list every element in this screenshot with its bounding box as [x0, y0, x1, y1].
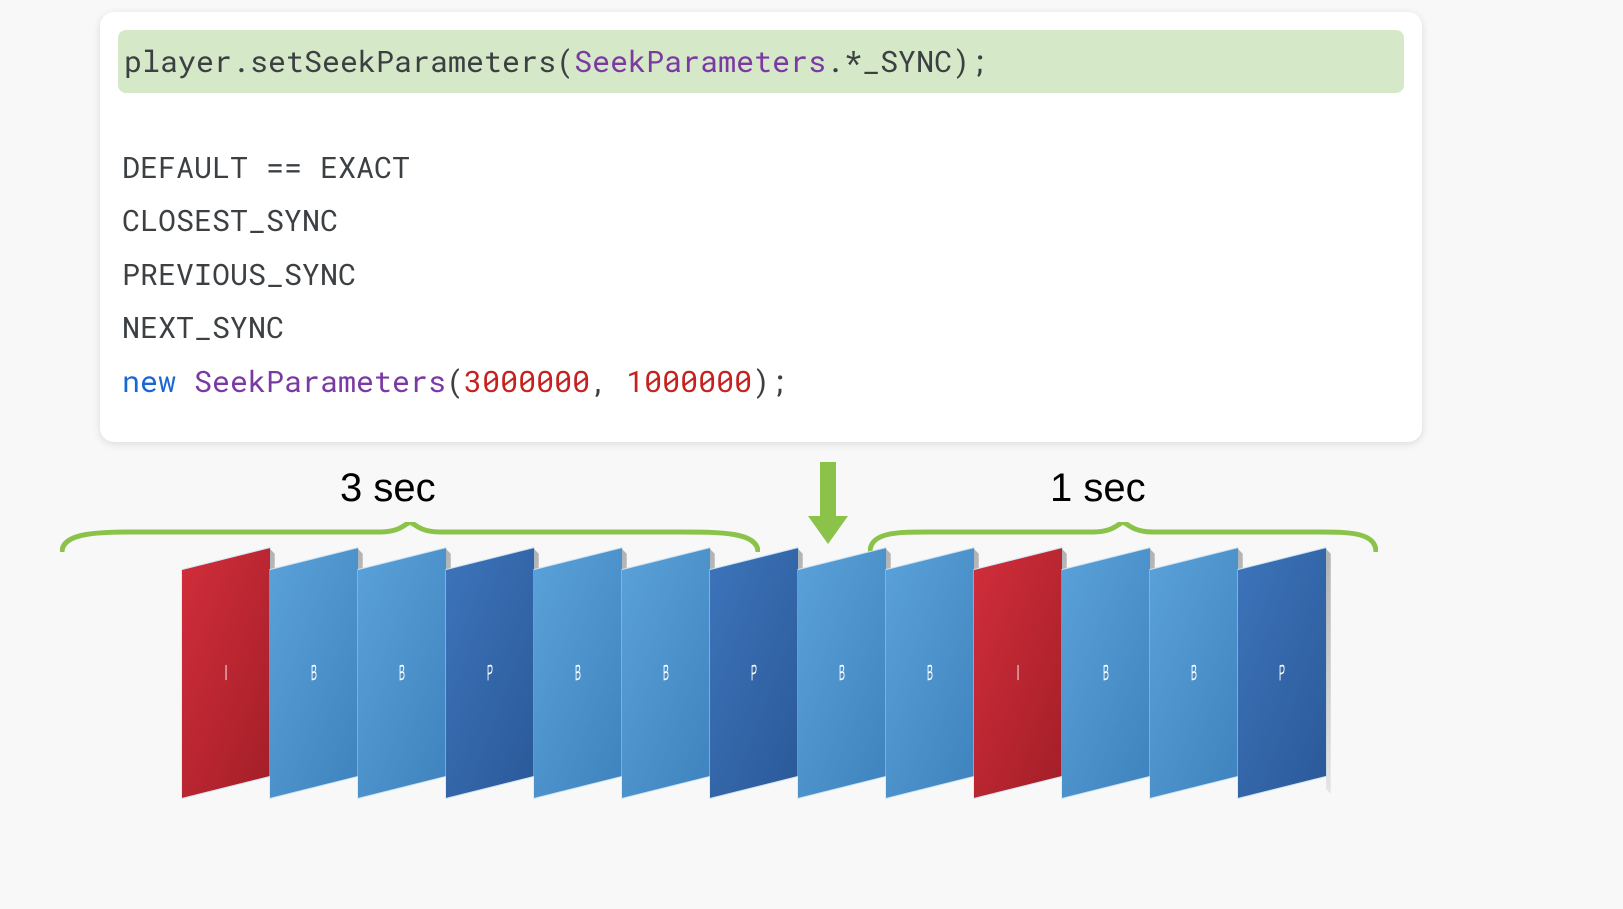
frame-b: B [269, 547, 358, 799]
frame-label: I [1017, 660, 1020, 687]
left-time-label: 3 sec [340, 466, 436, 511]
code-type: SeekParameters [574, 42, 826, 81]
highlighted-code-line: player.setSeekParameters(SeekParameters.… [118, 30, 1404, 93]
frame-b: B [357, 547, 446, 799]
right-time-label: 1 sec [1050, 466, 1146, 511]
frame-label: B [663, 659, 669, 687]
frame-b: B [885, 547, 974, 799]
code-card: player.setSeekParameters(SeekParameters.… [100, 12, 1422, 442]
frame-label: B [575, 659, 581, 687]
frame-b: B [1149, 547, 1238, 799]
frame-label: B [1103, 659, 1109, 687]
frame-i: I [973, 547, 1062, 799]
frame-label: B [839, 659, 845, 687]
code-line: CLOSEST_SYNC [122, 201, 338, 240]
code-text: player.setSeekParameters( [124, 42, 574, 81]
code-keyword: new [122, 362, 194, 401]
code-body: DEFAULT == EXACT CLOSEST_SYNC PREVIOUS_S… [122, 141, 1422, 408]
code-type: SeekParameters [194, 362, 446, 401]
seek-arrow-icon [816, 462, 840, 548]
gop-diagram: 3 sec 1 sec I B B P B B P B B I B B P [0, 456, 1623, 886]
frame-i: I [181, 547, 270, 799]
code-line: PREVIOUS_SYNC [122, 255, 356, 294]
frame-label: B [927, 659, 933, 687]
frame-label: B [399, 659, 405, 687]
code-punct: ); [752, 362, 788, 401]
code-punct: ( [446, 362, 464, 401]
code-number: 1000000 [626, 362, 752, 401]
frame-label: B [311, 659, 317, 687]
frame-p: P [709, 547, 798, 799]
code-punct: , [590, 362, 626, 401]
right-brace-icon [868, 522, 1378, 556]
frame-p: P [445, 547, 534, 799]
frame-label: P [751, 659, 757, 687]
code-line: NEXT_SYNC [122, 308, 284, 347]
frame-label: I [225, 660, 228, 687]
frame-stack: IBBPBBPBBIBBP [120, 558, 1320, 858]
frame-b: B [533, 547, 622, 799]
code-text: .*_SYNC); [826, 42, 988, 81]
frame-label: B [1191, 659, 1197, 687]
frame-p: P [1237, 547, 1326, 799]
frame-b: B [621, 547, 710, 799]
left-brace-icon [60, 522, 760, 556]
frame-b: B [797, 547, 886, 799]
frame-b: B [1061, 547, 1150, 799]
code-line: DEFAULT == EXACT [122, 148, 410, 187]
code-number: 3000000 [464, 362, 590, 401]
frame-label: P [487, 659, 493, 687]
frame-label: P [1279, 659, 1285, 687]
